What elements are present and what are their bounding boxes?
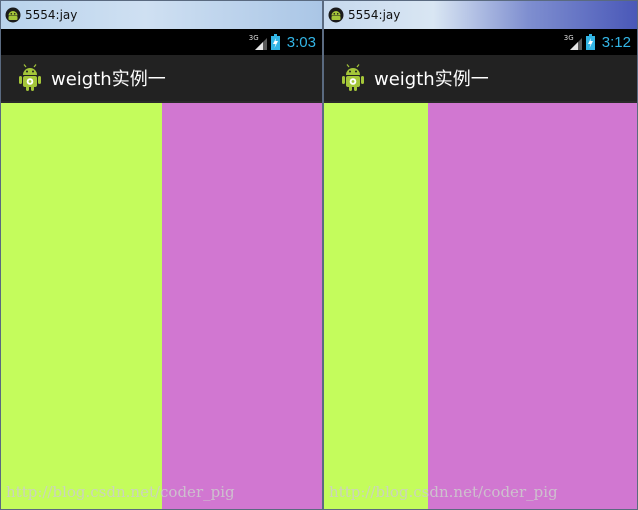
signal-strength-icon (254, 38, 267, 50)
action-bar: weigth实例一 (1, 55, 322, 103)
emulator-window-left: 5554:jay 3G 3:03 weigth实例一 http://blog.c… (0, 0, 323, 510)
app-title: weigth实例一 (51, 69, 166, 90)
status-clock: 3:12 (601, 33, 631, 51)
network-indicator: 3G (249, 34, 267, 50)
android-emulator-icon (5, 7, 21, 23)
android-robot-icon[interactable] (17, 64, 43, 92)
status-clock: 3:03 (286, 33, 316, 51)
watermark: http://blog.csdn.net/coder_pig (329, 483, 558, 501)
window-title: 5554:jay (348, 8, 401, 22)
android-emulator-icon (328, 7, 344, 23)
watermark: http://blog.csdn.net/coder_pig (6, 483, 235, 501)
app-title: weigth实例一 (374, 69, 489, 90)
purple-pane (161, 103, 322, 509)
weighted-layout (324, 103, 637, 509)
network-indicator: 3G (564, 34, 582, 50)
android-robot-icon[interactable] (340, 64, 366, 92)
weighted-layout (1, 103, 322, 509)
window-title-bar[interactable]: 5554:jay (324, 1, 637, 29)
battery-charging-icon (270, 34, 280, 50)
green-pane (1, 103, 162, 509)
signal-strength-icon (569, 38, 582, 50)
status-bar: 3G 3:03 (1, 29, 322, 55)
emulator-window-right: 5554:jay 3G 3:12 weigth实例一 http://blog.c… (323, 0, 638, 510)
action-bar: weigth实例一 (324, 55, 637, 103)
purple-pane (428, 103, 637, 509)
status-bar: 3G 3:12 (324, 29, 637, 55)
window-title-bar[interactable]: 5554:jay (1, 1, 322, 29)
battery-charging-icon (585, 34, 595, 50)
green-pane (324, 103, 429, 509)
window-title: 5554:jay (25, 8, 78, 22)
